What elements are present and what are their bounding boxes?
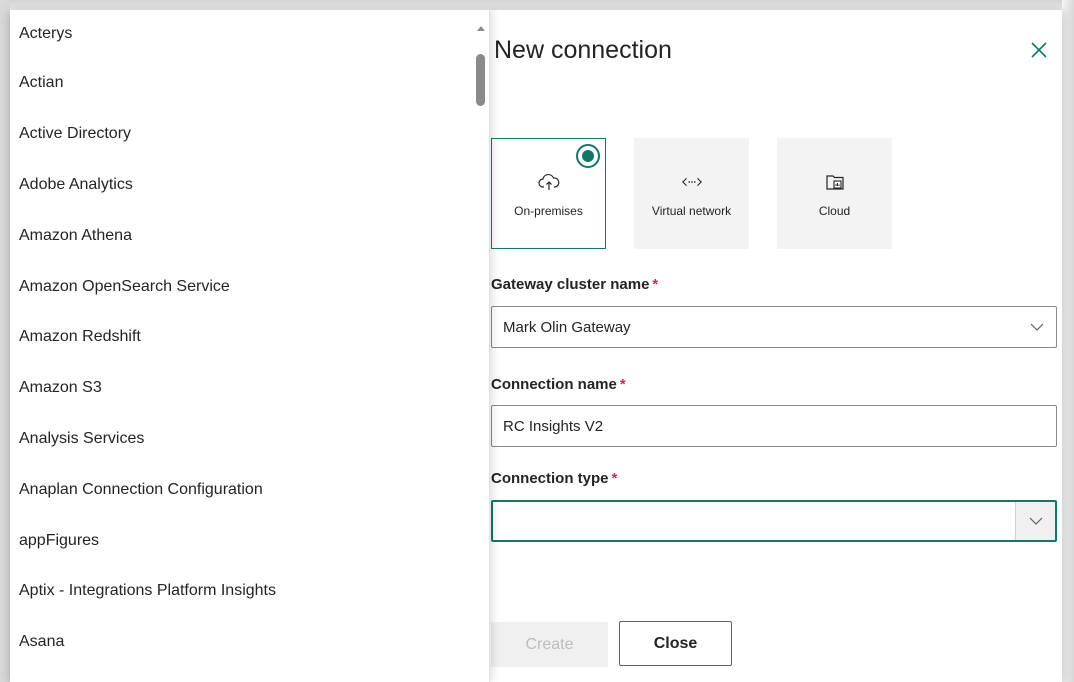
list-item[interactable]: Acterys — [10, 10, 489, 58]
tile-on-premises[interactable]: On-premises — [491, 138, 606, 249]
connection-type-label: Connection type * — [491, 470, 617, 487]
virtual-network-icon — [681, 171, 703, 193]
list-item[interactable]: Amazon S3 — [10, 363, 489, 414]
cloud-folder-icon — [824, 171, 846, 193]
tile-label: On-premises — [514, 204, 583, 218]
background-right — [1062, 0, 1074, 682]
close-button[interactable]: Close — [619, 621, 732, 666]
connection-name-label: Connection name * — [491, 376, 626, 393]
new-connection-dialog: Acterys Actian Active Directory Adobe An… — [10, 10, 1062, 682]
cloud-upload-icon — [537, 171, 560, 193]
list-item[interactable]: Active Directory — [10, 109, 489, 160]
connection-form: New connection On-premises Virtual netwo… — [490, 10, 1062, 682]
close-icon[interactable] — [1029, 40, 1049, 60]
gateway-cluster-value: Mark Olin Gateway — [503, 318, 631, 336]
required-marker: * — [619, 376, 626, 393]
selected-radio-icon — [576, 144, 600, 168]
tile-label: Virtual network — [651, 204, 732, 218]
gateway-cluster-label: Gateway cluster name * — [491, 276, 658, 293]
list-item[interactable]: appFigures — [10, 515, 489, 566]
chevron-down-icon — [1029, 517, 1043, 525]
create-button[interactable]: Create — [491, 622, 608, 667]
scroll-thumb[interactable] — [476, 54, 485, 106]
list-item[interactable]: Amazon OpenSearch Service — [10, 261, 489, 312]
tile-cloud[interactable]: Cloud — [777, 138, 892, 249]
connection-mode-tiles: On-premises Virtual network Cloud — [491, 138, 892, 249]
list-scrollbar[interactable] — [473, 10, 489, 682]
gateway-cluster-label-text: Gateway cluster name — [491, 276, 650, 293]
connection-name-label-text: Connection name — [491, 376, 617, 393]
tile-label: Cloud — [818, 204, 851, 218]
dropdown-options: Acterys Actian Active Directory Adobe An… — [10, 10, 489, 668]
required-marker: * — [611, 470, 618, 487]
list-item[interactable]: Actian — [10, 58, 489, 109]
connection-name-input[interactable]: RC Insights V2 — [491, 405, 1057, 447]
connection-type-dropdown-list: Acterys Actian Active Directory Adobe An… — [10, 10, 490, 682]
list-item[interactable]: Amazon Athena — [10, 210, 489, 261]
chevron-down-icon — [1030, 323, 1044, 331]
connection-type-select[interactable] — [491, 500, 1057, 542]
background-left — [0, 0, 10, 682]
tile-virtual-network[interactable]: Virtual network — [634, 138, 749, 249]
list-item[interactable]: Aptix - Integrations Platform Insights — [10, 566, 489, 617]
dialog-title: New connection — [494, 36, 672, 64]
list-item[interactable]: Anaplan Connection Configuration — [10, 464, 489, 515]
list-item[interactable]: Asana — [10, 617, 489, 668]
list-item[interactable]: Analysis Services — [10, 414, 489, 465]
connection-type-label-text: Connection type — [491, 470, 609, 487]
list-item[interactable]: Adobe Analytics — [10, 160, 489, 211]
connection-name-value: RC Insights V2 — [503, 417, 604, 435]
required-marker: * — [652, 276, 659, 293]
list-item[interactable]: Amazon Redshift — [10, 312, 489, 363]
gateway-cluster-select[interactable]: Mark Olin Gateway — [491, 306, 1057, 348]
scroll-up-arrow-icon[interactable] — [477, 26, 485, 31]
